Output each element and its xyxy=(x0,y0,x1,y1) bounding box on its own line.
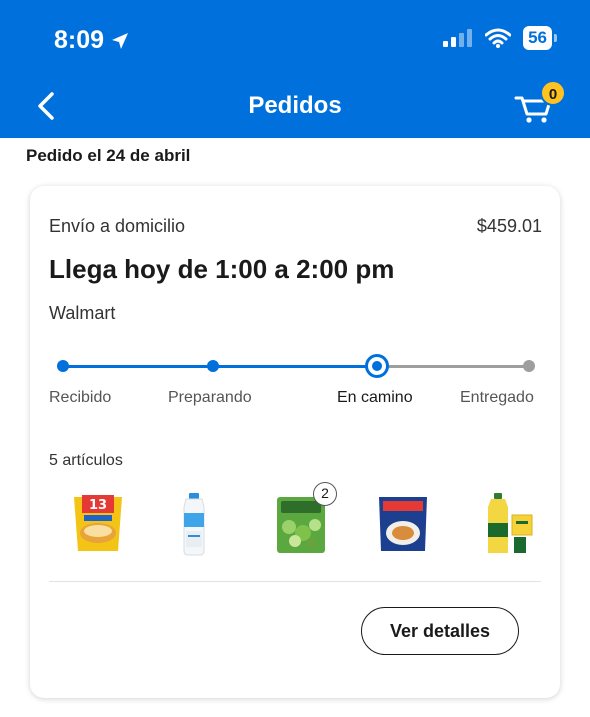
step-dot-en-camino xyxy=(365,354,389,378)
status-time: 8:09 xyxy=(54,26,130,55)
step-label-preparando: Preparando xyxy=(168,389,252,406)
app-header: 8:09 56 Pedidos 0 xyxy=(0,0,590,138)
milk-bottle-icon[interactable] xyxy=(164,491,224,557)
cart-count-badge: 0 xyxy=(540,80,566,106)
wifi-icon xyxy=(485,28,512,48)
delivery-eta: Llega hoy de 1:00 a 2:00 pm xyxy=(49,254,395,284)
frozen-food-bag-icon[interactable] xyxy=(373,491,433,557)
order-date: Pedido el 24 de abril xyxy=(26,146,191,165)
item-thumbnails[interactable]: 13 2 xyxy=(30,482,560,561)
location-arrow-icon xyxy=(112,32,129,49)
step-dot-entregado xyxy=(523,360,535,372)
order-progress-tracker xyxy=(30,346,560,386)
cellular-signal-icon xyxy=(443,29,473,47)
battery-indicator: 56 xyxy=(523,26,557,50)
progress-line-done xyxy=(63,365,377,368)
step-dot-preparando xyxy=(207,360,219,372)
item-quantity-badge: 2 xyxy=(313,482,337,506)
step-dot-recibido xyxy=(57,360,69,372)
snack-bag-icon[interactable]: 13 xyxy=(68,491,128,557)
order-total: $459.01 xyxy=(476,216,542,236)
shipping-type: Envío a domicilio xyxy=(49,216,186,236)
step-label-en-camino: En camino xyxy=(337,389,413,406)
card-divider xyxy=(49,581,541,582)
items-count: 5 artículos xyxy=(49,452,123,469)
status-time-label: 8:09 xyxy=(54,26,105,54)
status-indicators: 56 xyxy=(443,26,557,50)
step-label-recibido: Recibido xyxy=(49,389,112,406)
svg-text:13: 13 xyxy=(89,498,107,513)
view-details-button[interactable]: Ver detalles xyxy=(361,607,519,655)
progress-line-pending xyxy=(377,365,529,368)
store-name: Walmart xyxy=(49,303,116,323)
order-card[interactable]: Envío a domicilio $459.01 Llega hoy de 1… xyxy=(30,186,560,698)
oil-bottle-icon[interactable] xyxy=(480,491,540,557)
step-label-entregado: Entregado xyxy=(460,389,534,406)
page-title: Pedidos xyxy=(248,92,342,119)
